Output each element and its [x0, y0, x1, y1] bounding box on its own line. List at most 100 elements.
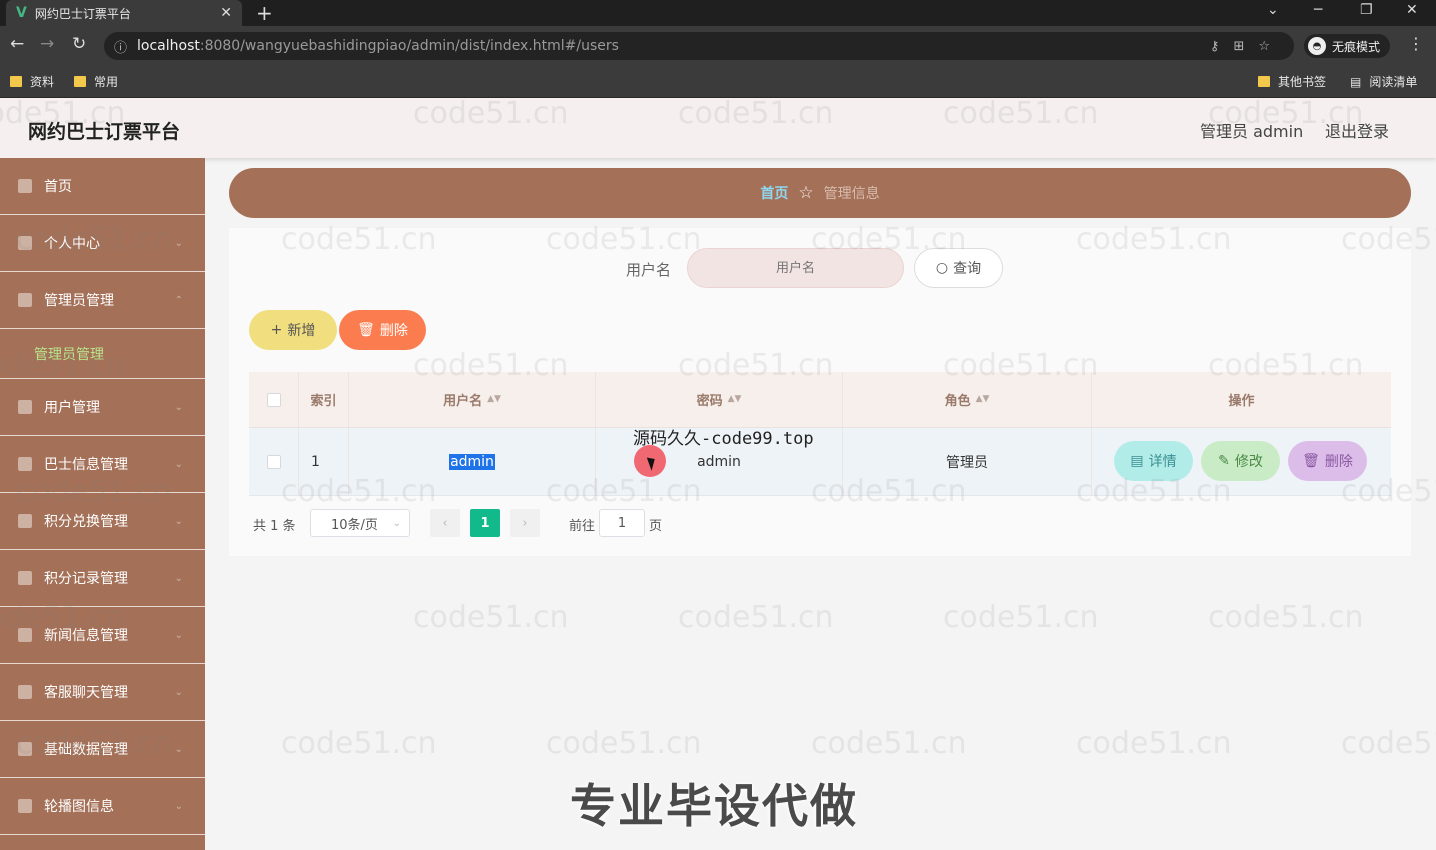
restore-icon[interactable]: ❐ — [1360, 2, 1373, 18]
chevron-down-icon: ⌄ — [174, 572, 183, 584]
incognito-badge[interactable]: ◓ 无痕模式 — [1304, 34, 1391, 58]
cell-index: 1 — [299, 428, 349, 495]
page-suffix: 页 — [649, 519, 663, 534]
new-tab-icon[interactable]: + — [256, 1, 273, 25]
column-header-index: 索引 — [299, 372, 349, 427]
sidebar-item-label: 首页 — [44, 179, 72, 195]
goto-page-input[interactable] — [599, 509, 645, 537]
bookmark-changyong[interactable]: 常用 — [74, 73, 118, 90]
forward-icon[interactable]: → — [40, 34, 54, 54]
browser-tab[interactable]: V 网约巴士订票平台 ✕ — [6, 0, 242, 26]
next-page-button[interactable]: › — [510, 509, 540, 537]
address-bar[interactable]: ⓘ localhost :8080/wangyuebashidingpiao/a… — [104, 32, 1294, 60]
current-page-button[interactable]: 1 — [470, 509, 500, 537]
url-host: localhost — [137, 38, 200, 54]
sidebar: 首页 个人中心 ⌄ 管理员管理 ⌃ 管理员管理 用户管理 ⌄ 巴士信息管理 ⌄ … — [0, 158, 205, 850]
row-checkbox[interactable] — [266, 454, 281, 469]
watermark: code51.cn — [1076, 726, 1232, 761]
reading-list-icon: ▤ — [1350, 74, 1362, 89]
sort-icon[interactable]: ▲▼ — [487, 395, 501, 404]
prev-page-button[interactable]: ‹ — [430, 509, 460, 537]
sidebar-item-bus-info[interactable]: 巴士信息管理 ⌄ — [0, 436, 205, 493]
detail-button[interactable]: ▤ 详情 — [1114, 441, 1193, 481]
add-button-label: 新增 — [287, 323, 316, 339]
watermark: code51.cn — [546, 726, 702, 761]
pencil-icon: ✎ — [1218, 453, 1230, 469]
query-button-label: 查询 — [953, 261, 982, 277]
watermark: code51.cn — [413, 600, 569, 635]
address-bar-actions-icon[interactable]: ⚷⊞☆ — [1210, 39, 1284, 54]
chart-icon — [18, 628, 32, 642]
search-label: 用户名 — [626, 261, 672, 279]
row-delete-button[interactable]: 🗑 删除 — [1288, 441, 1367, 481]
reload-icon[interactable]: ↻ — [72, 34, 86, 54]
back-icon[interactable]: ← — [10, 34, 24, 54]
edit-button[interactable]: ✎ 修改 — [1201, 441, 1280, 481]
cell-role: 管理员 — [843, 428, 1092, 495]
folder-icon — [74, 76, 86, 87]
star-icon: ☆ — [798, 183, 814, 203]
sidebar-subitem-admin-management[interactable]: 管理员管理 — [0, 329, 205, 379]
trash-icon: 🗑 — [357, 322, 375, 338]
batch-delete-button[interactable]: 🗑 删除 — [339, 310, 426, 350]
sidebar-item-label: 积分记录管理 — [44, 571, 128, 587]
watermark: code51.cn — [1208, 600, 1364, 635]
sidebar-item-label: 基础数据管理 — [44, 742, 128, 758]
sidebar-item-points-exchange[interactable]: 积分兑换管理 ⌄ — [0, 493, 205, 550]
sidebar-item-label: 新闻信息管理 — [44, 628, 128, 644]
phone-icon — [18, 799, 32, 813]
site-info-icon[interactable]: ⓘ — [114, 37, 127, 56]
sidebar-item-carousel[interactable]: 轮播图信息 ⌄ — [0, 778, 205, 835]
microphone-icon — [18, 514, 32, 528]
sidebar-item-home[interactable]: 首页 — [0, 158, 205, 215]
close-tab-icon[interactable]: ✕ — [220, 5, 232, 21]
users-table: 索引 用户名 ▲▼ 密码 ▲▼ 角色 ▲▼ 操作 1 admin admin 管… — [249, 372, 1391, 496]
document-icon: ▤ — [1130, 453, 1144, 469]
column-header-actions: 操作 — [1228, 394, 1255, 409]
close-window-icon[interactable]: ✕ — [1406, 2, 1418, 18]
query-button[interactable]: ○ 查询 — [914, 248, 1003, 288]
detail-button-label: 详情 — [1148, 454, 1177, 470]
sidebar-item-points-record[interactable]: 积分记录管理 ⌄ — [0, 550, 205, 607]
sidebar-item-customer-chat[interactable]: 客服聊天管理 ⌄ — [0, 664, 205, 721]
sidebar-item-news[interactable]: 新闻信息管理 ⌄ — [0, 607, 205, 664]
sidebar-item-users[interactable]: 用户管理 ⌄ — [0, 379, 205, 436]
tab-search-icon[interactable]: ⌄ — [1267, 2, 1279, 18]
reading-list-label: 阅读清单 — [1369, 75, 1418, 89]
sidebar-item-label: 管理员管理 — [44, 293, 114, 309]
sidebar-item-profile[interactable]: 个人中心 ⌄ — [0, 215, 205, 272]
app-header: 网约巴士订票平台 管理员 admin 退出登录 — [0, 98, 1436, 158]
sidebar-item-label: 客服聊天管理 — [44, 685, 128, 701]
logout-link[interactable]: 退出登录 — [1325, 118, 1389, 142]
column-header-password[interactable]: 密码 ▲▼ — [596, 372, 843, 427]
bookmark-label: 资料 — [30, 75, 55, 89]
page-size-select[interactable]: 10条/页 ⌄ — [310, 509, 410, 537]
sidebar-item-admin-management[interactable]: 管理员管理 ⌃ — [0, 272, 205, 329]
table-row: 1 admin admin 管理员 ▤ 详情 ✎ 修改 🗑 删除 — [249, 428, 1391, 496]
bookmark-ziliao[interactable]: 资料 — [10, 73, 54, 90]
incognito-label: 无痕模式 — [1332, 39, 1381, 54]
column-header-role[interactable]: 角色 ▲▼ — [843, 372, 1092, 427]
breadcrumb-home[interactable]: 首页 — [760, 183, 788, 203]
column-header-label: 角色 — [944, 394, 971, 409]
breadcrumb-current: 管理信息 — [823, 186, 880, 202]
browser-menu-icon[interactable]: ⋮ — [1408, 34, 1424, 53]
sort-icon[interactable]: ▲▼ — [728, 395, 742, 404]
pagination: 共 1 条 10条/页 ⌄ ‹ 1 › 前往 页 — [253, 509, 753, 537]
add-button[interactable]: + 新增 — [249, 310, 337, 350]
sort-icon[interactable]: ▲▼ — [976, 395, 990, 404]
sidebar-item-base-data[interactable]: 基础数据管理 ⌄ — [0, 721, 205, 778]
reading-list[interactable]: ▤ 阅读清单 — [1350, 73, 1417, 90]
select-all-checkbox[interactable] — [266, 392, 281, 407]
home-icon — [18, 179, 32, 193]
watermark: code51.cn — [943, 600, 1099, 635]
username-search-input[interactable] — [687, 248, 904, 288]
trash-icon: 🗑 — [1302, 453, 1320, 469]
goto-label: 前往 — [569, 519, 596, 534]
minimize-icon[interactable]: ─ — [1314, 2, 1322, 18]
column-header-username[interactable]: 用户名 ▲▼ — [349, 372, 596, 427]
folder-icon — [1258, 76, 1270, 87]
cell-username: admin — [349, 428, 596, 495]
other-bookmarks[interactable]: 其他书签 — [1258, 73, 1326, 90]
watermark: code51.cn — [1341, 726, 1436, 761]
